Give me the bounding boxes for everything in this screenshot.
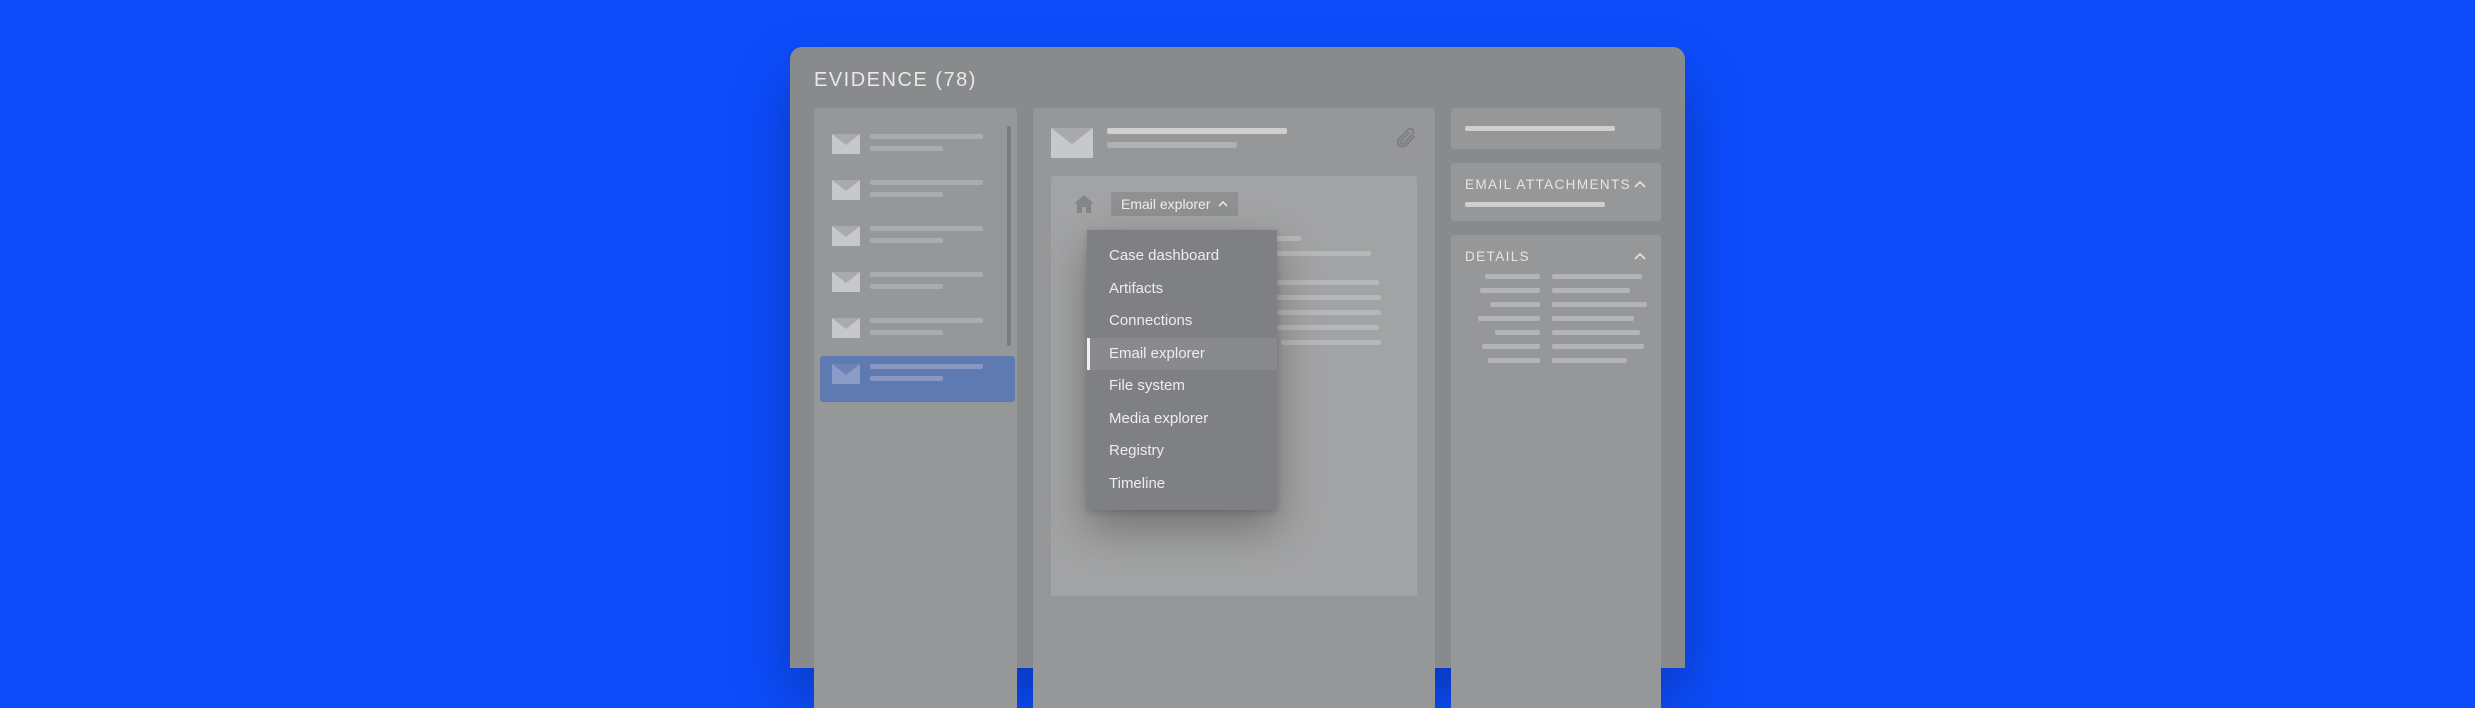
email-list-item[interactable] xyxy=(826,264,1009,310)
attachment-placeholder xyxy=(1465,202,1605,207)
email-icon xyxy=(832,364,860,384)
email-meta-placeholder xyxy=(1107,142,1237,148)
summary-placeholder xyxy=(1465,126,1615,131)
email-icon xyxy=(832,318,860,338)
home-icon[interactable] xyxy=(1071,192,1097,216)
dropdown-item-timeline[interactable]: Timeline xyxy=(1087,468,1277,501)
email-list-item[interactable] xyxy=(826,126,1009,172)
attachment-icon[interactable] xyxy=(1395,126,1417,150)
dropdown-item-email-explorer[interactable]: Email explorer xyxy=(1087,338,1277,371)
details-panel-title: DETAILS xyxy=(1465,249,1530,264)
dropdown-item-file-system[interactable]: File system xyxy=(1087,370,1277,403)
dropdown-item-media-explorer[interactable]: Media explorer xyxy=(1087,403,1277,436)
page-title: EVIDENCE (78) xyxy=(814,69,1661,92)
email-list-item[interactable] xyxy=(826,310,1009,356)
dropdown-item-registry[interactable]: Registry xyxy=(1087,435,1277,468)
email-list-item-selected[interactable] xyxy=(820,356,1015,402)
content-columns: Email explorer Case dashboard xyxy=(814,108,1661,708)
email-header xyxy=(1051,126,1417,158)
dropdown-item-case-dashboard[interactable]: Case dashboard xyxy=(1087,240,1277,273)
document-area: Email explorer Case dashboard xyxy=(1051,176,1417,596)
email-icon xyxy=(832,134,860,154)
main-panel: Email explorer Case dashboard xyxy=(1033,108,1435,708)
email-subject-placeholder xyxy=(1107,128,1287,134)
email-icon xyxy=(832,272,860,292)
summary-panel xyxy=(1451,108,1661,149)
app-frame: EVIDENCE (78) xyxy=(790,47,1685,668)
chevron-up-icon[interactable] xyxy=(1633,251,1647,263)
email-icon xyxy=(832,180,860,200)
dropdown-item-artifacts[interactable]: Artifacts xyxy=(1087,273,1277,306)
email-icon xyxy=(1051,128,1093,158)
email-list-item[interactable] xyxy=(826,172,1009,218)
document-toolbar: Email explorer xyxy=(1071,192,1397,216)
attachments-panel: EMAIL ATTACHMENTS xyxy=(1451,163,1661,221)
email-icon xyxy=(832,226,860,246)
sidebar-scrollbar[interactable] xyxy=(1007,126,1011,346)
details-panel: DETAILS xyxy=(1451,235,1661,708)
email-list-item[interactable] xyxy=(826,218,1009,264)
chevron-up-icon xyxy=(1218,199,1228,209)
explorer-dropdown-menu: Case dashboard Artifacts Connections Ema… xyxy=(1087,230,1277,510)
attachments-panel-title: EMAIL ATTACHMENTS xyxy=(1465,177,1631,192)
email-sidebar xyxy=(814,108,1017,708)
chevron-up-icon[interactable] xyxy=(1633,179,1647,191)
dropdown-item-connections[interactable]: Connections xyxy=(1087,305,1277,338)
explorer-dropdown-trigger[interactable]: Email explorer xyxy=(1111,192,1238,216)
explorer-dropdown-label: Email explorer xyxy=(1121,196,1210,212)
side-panels: EMAIL ATTACHMENTS DETAILS xyxy=(1451,108,1661,708)
